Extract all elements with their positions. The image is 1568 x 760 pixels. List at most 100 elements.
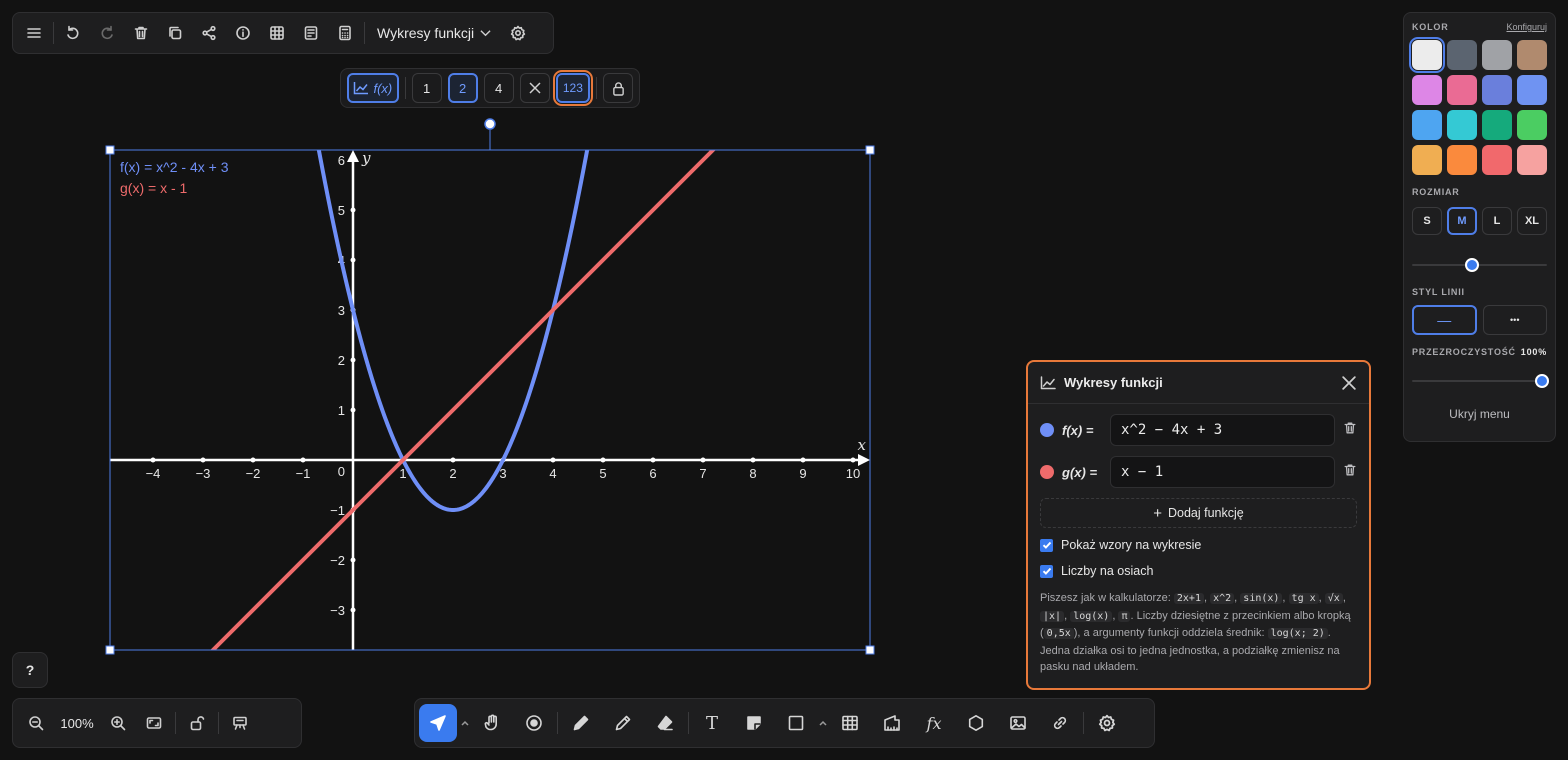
series-line-g[interactable]: [110, 0, 870, 753]
resize-handle-bottom-left[interactable]: [105, 645, 115, 655]
chevron-up-icon[interactable]: [819, 720, 827, 726]
trash-icon[interactable]: [126, 18, 156, 48]
color-dot-g[interactable]: [1040, 465, 1054, 479]
share-icon[interactable]: [194, 18, 224, 48]
color-swatch[interactable]: [1447, 40, 1477, 70]
settings-gear-icon[interactable]: [1088, 704, 1126, 742]
ruler-icon[interactable]: [873, 704, 911, 742]
notes-icon[interactable]: [296, 18, 326, 48]
resize-handle-bottom-right[interactable]: [865, 645, 875, 655]
eraser-icon[interactable]: [646, 704, 684, 742]
menu-icon[interactable]: [19, 18, 49, 48]
axis-numbers-checkbox[interactable]: Liczby na osiach: [1028, 564, 1369, 578]
redo-icon[interactable]: [92, 18, 122, 48]
color-swatch[interactable]: [1517, 145, 1547, 175]
zoom-out-icon[interactable]: [21, 708, 51, 738]
gear-icon[interactable]: [503, 18, 533, 48]
help-code: log(x; 2): [1267, 628, 1328, 639]
color-swatch[interactable]: [1517, 75, 1547, 105]
hide-menu-button[interactable]: Ukryj menu: [1412, 407, 1547, 421]
function-input-g[interactable]: x − 1: [1110, 456, 1335, 488]
color-swatch[interactable]: [1412, 75, 1442, 105]
size-slider[interactable]: [1412, 257, 1547, 273]
scale-option-1[interactable]: 1: [411, 73, 442, 103]
resize-handle-top-left[interactable]: [105, 145, 115, 155]
presentation-icon[interactable]: [225, 708, 255, 738]
x-tick-mark: [550, 457, 556, 463]
undo-icon[interactable]: [58, 18, 88, 48]
close-icon[interactable]: [1341, 375, 1357, 390]
trash-icon[interactable]: [1343, 463, 1357, 482]
zoom-in-icon[interactable]: [103, 708, 133, 738]
fit-screen-icon[interactable]: [139, 708, 169, 738]
rotate-handle[interactable]: [484, 118, 496, 130]
y-tick-mark: [350, 357, 356, 363]
color-swatch[interactable]: [1447, 145, 1477, 175]
color-swatch[interactable]: [1412, 145, 1442, 175]
color-dot-f[interactable]: [1040, 423, 1054, 437]
color-swatch[interactable]: [1447, 110, 1477, 140]
size-option-m[interactable]: M: [1447, 207, 1477, 235]
chevron-up-icon[interactable]: [461, 720, 469, 726]
size-option-xl[interactable]: XL: [1517, 207, 1547, 235]
scale-option-4[interactable]: 4: [483, 73, 514, 103]
color-swatch[interactable]: [1409, 37, 1445, 73]
select-arrow-icon[interactable]: [419, 704, 457, 742]
hand-icon[interactable]: [473, 704, 511, 742]
line-style-dotted[interactable]: •••: [1482, 305, 1547, 335]
size-options: S M L XL: [1412, 207, 1547, 235]
x-tick-mark: [600, 457, 606, 463]
calculator-icon[interactable]: [330, 18, 360, 48]
checkbox-checked-icon[interactable]: [1040, 538, 1053, 552]
help-code: 2x+1: [1173, 593, 1204, 604]
color-swatch[interactable]: [1447, 75, 1477, 105]
y-tick-label: 5: [338, 203, 345, 218]
function-tool-icon[interactable]: fx: [915, 704, 953, 742]
size-slider-knob[interactable]: [1464, 258, 1479, 272]
size-option-s[interactable]: S: [1412, 207, 1442, 235]
pen-icon[interactable]: [562, 704, 600, 742]
sticky-note-icon[interactable]: [735, 704, 773, 742]
resize-handle-top-right[interactable]: [865, 145, 875, 155]
image-icon[interactable]: [999, 704, 1037, 742]
add-function-button[interactable]: + Dodaj funkcję: [1040, 498, 1357, 528]
show-formulas-checkbox[interactable]: Pokaż wzory na wykresie: [1028, 538, 1369, 552]
hexagon-icon[interactable]: [957, 704, 995, 742]
help-button[interactable]: ?: [12, 652, 48, 688]
opacity-slider-knob[interactable]: [1535, 374, 1549, 388]
text-tool-icon[interactable]: T: [693, 704, 731, 742]
rectangle-icon[interactable]: [777, 704, 815, 742]
table-icon[interactable]: [262, 18, 292, 48]
zoom-value[interactable]: 100%: [57, 716, 97, 731]
size-option-l[interactable]: L: [1482, 207, 1512, 235]
table-icon[interactable]: [831, 704, 869, 742]
color-swatch[interactable]: [1482, 145, 1512, 175]
chart-line-icon: [353, 81, 369, 95]
opacity-slider[interactable]: [1412, 373, 1549, 389]
color-swatch[interactable]: [1412, 110, 1442, 140]
close-icon[interactable]: [519, 73, 550, 103]
laser-pointer-icon[interactable]: [515, 704, 553, 742]
color-swatch[interactable]: [1517, 110, 1547, 140]
lock-icon[interactable]: [603, 73, 634, 103]
color-swatch[interactable]: [1482, 110, 1512, 140]
axis-numbers-button[interactable]: 123: [552, 70, 594, 106]
configure-link[interactable]: Konfiguruj: [1506, 22, 1547, 32]
x-tick-label: 2: [449, 466, 456, 481]
unlock-icon[interactable]: [182, 708, 212, 738]
scale-option-2[interactable]: 2: [447, 73, 478, 103]
x-tick-mark: [450, 457, 456, 463]
color-swatch[interactable]: [1517, 40, 1547, 70]
function-input-f[interactable]: x^2 − 4x + 3: [1110, 414, 1335, 446]
pencil-icon[interactable]: [604, 704, 642, 742]
duplicate-icon[interactable]: [160, 18, 190, 48]
info-icon[interactable]: [228, 18, 258, 48]
color-swatch[interactable]: [1482, 75, 1512, 105]
checkbox-checked-icon[interactable]: [1040, 564, 1053, 578]
functions-button[interactable]: f(x): [347, 73, 399, 103]
line-style-solid[interactable]: —: [1412, 305, 1477, 335]
trash-icon[interactable]: [1343, 421, 1357, 440]
link-icon[interactable]: [1041, 704, 1079, 742]
board-title-dropdown[interactable]: Wykresy funkcji: [369, 25, 499, 41]
color-swatch[interactable]: [1482, 40, 1512, 70]
